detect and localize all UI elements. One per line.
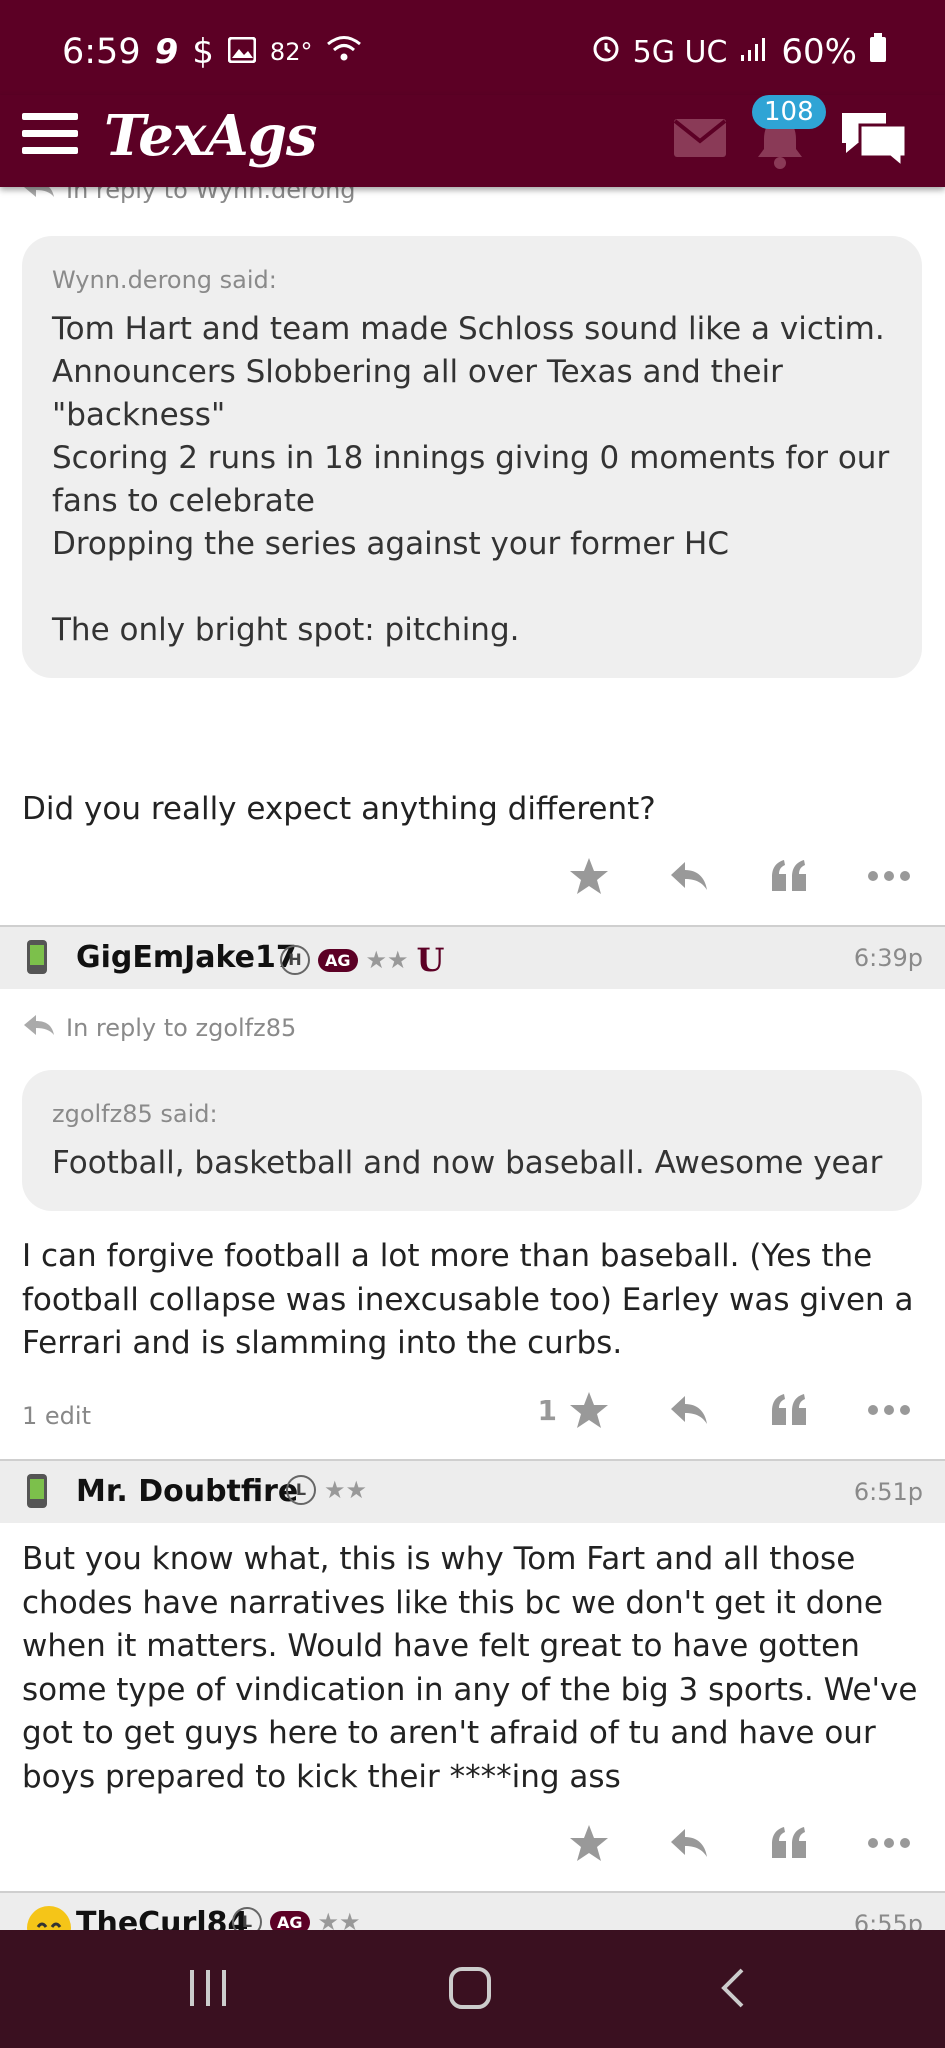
status-left: 6:59 9 $ 82° <box>62 32 362 72</box>
star-icon[interactable] <box>565 1819 613 1867</box>
ag-badge: AG <box>318 948 358 972</box>
reply-icon[interactable] <box>665 852 713 900</box>
quote-author[interactable]: Wynn.derong said: <box>52 266 892 294</box>
home-icon[interactable] <box>448 1966 492 2014</box>
dollar-icon: $ <box>192 32 214 72</box>
mobile-device-icon <box>26 1473 48 1513</box>
h-badge: H <box>280 945 310 975</box>
quote-text: Football, basketball and now baseball. A… <box>52 1145 883 1181</box>
post-time: 6:39p <box>853 944 923 972</box>
back-icon[interactable] <box>718 1966 748 2014</box>
chat-icon[interactable] <box>838 109 910 173</box>
post-actions: 1 <box>538 1386 913 1434</box>
alarm-icon <box>591 32 621 72</box>
reply-icon[interactable] <box>665 1819 713 1867</box>
quote-icon[interactable] <box>765 852 813 900</box>
post-actions <box>565 852 913 900</box>
team-logo-icon: U <box>416 941 445 979</box>
username[interactable]: Mr. Doubtfire <box>76 1474 298 1509</box>
battery-icon <box>869 32 887 72</box>
star-count: 1 <box>537 1393 557 1427</box>
post-actions <box>565 1819 913 1867</box>
post-body: Did you really expect anything different… <box>22 791 656 827</box>
more-icon[interactable] <box>865 852 913 900</box>
battery-percent: 60% <box>781 32 857 72</box>
app-notification-icon: 9 <box>154 32 179 72</box>
star-icon[interactable] <box>565 1386 613 1434</box>
quote-block: zgolfz85 said: Football, basketball and … <box>22 1070 922 1211</box>
quote-icon[interactable] <box>765 1386 813 1434</box>
more-icon[interactable] <box>865 1819 913 1867</box>
notification-count-badge: 108 <box>752 95 826 129</box>
user-badges: L ★★ <box>286 1475 367 1505</box>
star-icon[interactable] <box>565 852 613 900</box>
wifi-icon <box>326 32 362 72</box>
l-badge: L <box>286 1475 316 1505</box>
recent-apps-icon[interactable] <box>186 1966 230 2014</box>
reply-icon[interactable] <box>665 1386 713 1434</box>
network-label: 5G UC <box>632 34 728 70</box>
username[interactable]: GigEmJake17 <box>76 940 297 975</box>
app-header: TexAgs 108 <box>0 95 945 187</box>
post-body: I can forgive football a lot more than b… <box>22 1238 914 1361</box>
status-bar: 6:59 9 $ 82° 5G UC 60% <box>0 0 945 110</box>
reply-arrow-icon <box>22 1013 56 1043</box>
post-header: GigEmJake17 H AG ★★ U 6:39p <box>0 927 945 989</box>
signal-icon <box>739 32 769 72</box>
quote-block: Wynn.derong said: Tom Hart and team made… <box>22 236 922 678</box>
post-header: Mr. Doubtfire L ★★ 6:51p <box>0 1461 945 1523</box>
status-time: 6:59 <box>62 32 141 72</box>
system-navigation-bar <box>0 1930 945 2048</box>
quote-author[interactable]: zgolfz85 said: <box>52 1100 892 1128</box>
edit-count[interactable]: 1 edit <box>22 1402 91 1430</box>
quote-text: Tom Hart and team made Schloss sound lik… <box>52 311 890 648</box>
image-icon <box>227 32 257 72</box>
mobile-device-icon <box>26 939 48 979</box>
user-badges: H AG ★★ U <box>280 941 444 979</box>
more-icon[interactable] <box>865 1386 913 1434</box>
post-body: But you know what, this is why Tom Fart … <box>22 1541 918 1795</box>
site-logo[interactable]: TexAgs <box>104 103 317 169</box>
reply-to-link[interactable]: In reply to zgolfz85 <box>22 1013 296 1043</box>
status-right: 5G UC 60% <box>591 32 887 72</box>
stars-badge: ★★ <box>324 1476 368 1504</box>
menu-icon[interactable] <box>22 113 78 155</box>
quote-icon[interactable] <box>765 1819 813 1867</box>
status-temperature: 82° <box>269 38 313 66</box>
reply-to-label: In reply to zgolfz85 <box>66 1014 297 1042</box>
mail-icon[interactable] <box>672 117 728 163</box>
stars-badge: ★★ <box>365 946 409 974</box>
post-time: 6:51p <box>853 1478 923 1506</box>
